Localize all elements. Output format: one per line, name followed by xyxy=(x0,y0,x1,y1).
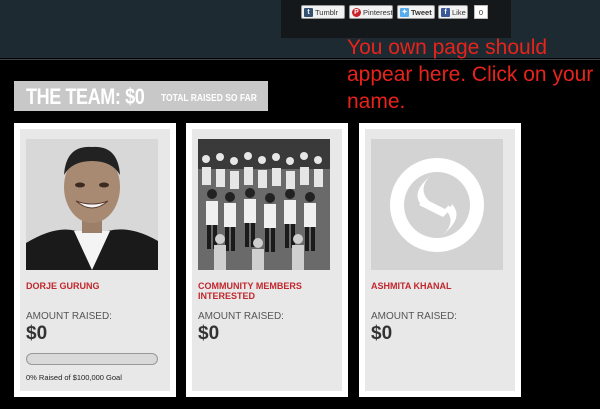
team-subtitle: TOTAL RAISED SO FAR xyxy=(161,93,257,104)
pinterest-label: Pinterest xyxy=(363,8,393,17)
amount-raised-value: $0 xyxy=(371,323,393,344)
tumblr-share-button[interactable]: t Tumblr xyxy=(301,5,345,19)
member-name-link[interactable]: ASHMITA KHANAL xyxy=(371,281,511,291)
like-count: 0 xyxy=(474,5,488,19)
member-name-link[interactable]: COMMUNITY MEMBERS INTERESTED xyxy=(198,281,338,301)
pinterest-share-button[interactable]: P Pinterest xyxy=(349,5,393,19)
amount-raised-label: AMOUNT RAISED: xyxy=(26,311,112,322)
portrait-photo[interactable] xyxy=(26,139,158,270)
member-card-body: DORJE GURUNG AMOUNT RAISED: $0 0% Raised… xyxy=(20,129,170,391)
facebook-like-button[interactable]: f Like xyxy=(438,5,468,19)
progress-bar xyxy=(26,353,158,365)
amount-raised-label: AMOUNT RAISED: xyxy=(198,311,284,322)
team-total-header: THE TEAM: $0 TOTAL RAISED SO FAR xyxy=(14,81,268,111)
placeholder-logo[interactable] xyxy=(371,139,503,270)
team-title: THE TEAM: $0 xyxy=(26,84,145,109)
amount-raised-value: $0 xyxy=(26,323,48,344)
tumblr-icon: t xyxy=(304,8,313,17)
facebook-icon: f xyxy=(441,8,450,17)
twitter-bird-icon: ✦ xyxy=(400,8,409,17)
pinterest-icon: P xyxy=(352,8,361,17)
amount-raised-value: $0 xyxy=(198,323,220,344)
member-card-body: COMMUNITY MEMBERS INTERESTED AMOUNT RAIS… xyxy=(192,129,342,391)
member-name-link[interactable]: DORJE GURUNG xyxy=(26,281,166,291)
crowd-photo[interactable] xyxy=(198,139,330,270)
overlay-note: You own page should appear here. Click o… xyxy=(347,36,594,113)
like-label: Like xyxy=(452,8,466,17)
member-card-body: ASHMITA KHANAL AMOUNT RAISED: $0 xyxy=(365,129,515,391)
member-card[interactable]: DORJE GURUNG AMOUNT RAISED: $0 0% Raised… xyxy=(14,123,176,397)
tweet-label: Tweet xyxy=(411,8,432,17)
goal-text: 0% Raised of $100,000 Goal xyxy=(26,373,122,382)
member-card[interactable]: COMMUNITY MEMBERS INTERESTED AMOUNT RAIS… xyxy=(186,123,348,397)
amount-raised-label: AMOUNT RAISED: xyxy=(371,311,457,322)
tweet-button[interactable]: ✦ Tweet xyxy=(397,5,435,19)
member-card[interactable]: ASHMITA KHANAL AMOUNT RAISED: $0 xyxy=(359,123,521,397)
tumblr-label: Tumblr xyxy=(315,8,339,17)
